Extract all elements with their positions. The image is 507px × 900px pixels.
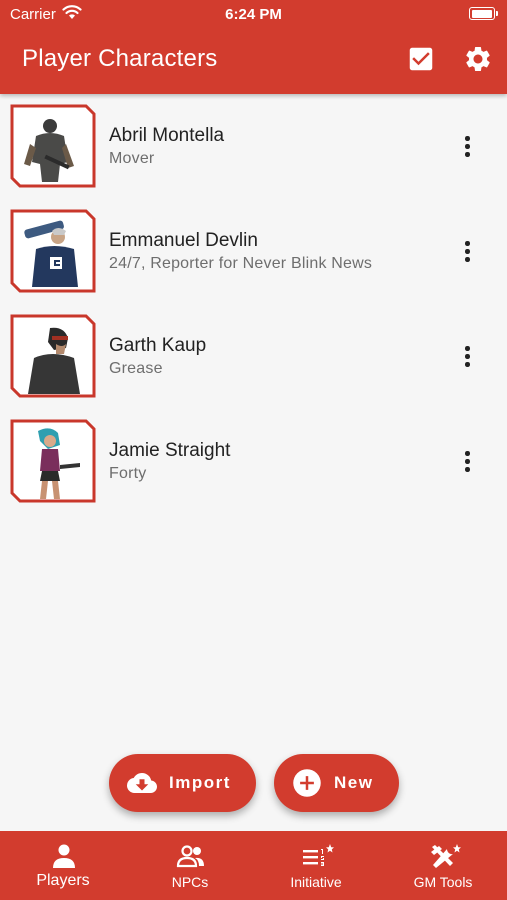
character-portrait <box>10 419 96 503</box>
page-title: Player Characters <box>22 45 218 72</box>
character-subtitle: Mover <box>109 150 155 167</box>
ranked-list-icon <box>303 844 334 866</box>
character-portrait <box>10 104 96 188</box>
character-name: Jamie Straight <box>109 440 231 461</box>
bottom-navigation: Players NPCs Initiative GM Tools <box>0 831 507 900</box>
character-list: Abril Montella Mover Emmanuel Devlin 24/… <box>0 94 507 514</box>
more-options-button[interactable] <box>456 342 478 372</box>
list-item[interactable]: Abril Montella Mover <box>0 94 507 199</box>
tools-icon <box>431 844 461 868</box>
header: Carrier 6:24 PM Player Characters <box>0 0 507 94</box>
character-name: Garth Kaup <box>109 335 207 356</box>
checkbox-icon <box>409 47 433 71</box>
settings-button[interactable] <box>463 44 493 74</box>
character-subtitle: 24/7, Reporter for Never Blink News <box>109 255 373 272</box>
tab-players[interactable]: Players <box>0 831 126 900</box>
list-item[interactable]: Jamie Straight Forty <box>0 409 507 514</box>
clock: 6:24 PM <box>225 6 282 23</box>
character-name: Abril Montella <box>109 125 225 146</box>
tab-label: NPCs <box>171 874 209 890</box>
character-subtitle: Grease <box>109 360 163 377</box>
select-checkbox-button[interactable] <box>406 44 436 74</box>
tab-npcs[interactable]: NPCs <box>127 831 253 900</box>
character-name: Emmanuel Devlin <box>109 230 258 251</box>
person-icon <box>53 844 75 868</box>
gear-icon <box>466 46 490 71</box>
character-portrait <box>10 314 96 398</box>
tab-initiative[interactable]: Initiative <box>253 831 379 900</box>
people-icon <box>176 845 204 868</box>
more-options-button[interactable] <box>456 237 478 267</box>
more-options-button[interactable] <box>456 447 478 477</box>
import-button[interactable]: Import <box>109 754 256 812</box>
character-subtitle: Forty <box>109 465 147 482</box>
new-character-button[interactable]: New <box>274 754 399 812</box>
tab-gm-tools[interactable]: GM Tools <box>380 831 506 900</box>
list-item[interactable]: Garth Kaup Grease <box>0 304 507 409</box>
character-portrait <box>10 209 96 293</box>
status-bar: Carrier 6:24 PM <box>0 0 507 30</box>
tab-label: Initiative <box>290 874 342 890</box>
battery-icon <box>469 7 498 20</box>
add-circle-icon <box>293 769 321 797</box>
tab-label: GM Tools <box>413 874 473 890</box>
cloud-download-icon <box>127 773 157 793</box>
list-item[interactable]: Emmanuel Devlin 24/7, Reporter for Never… <box>0 199 507 304</box>
import-label: Import <box>169 773 231 792</box>
new-label: New <box>334 773 374 792</box>
more-options-button[interactable] <box>456 132 478 162</box>
tab-label: Players <box>36 872 90 889</box>
